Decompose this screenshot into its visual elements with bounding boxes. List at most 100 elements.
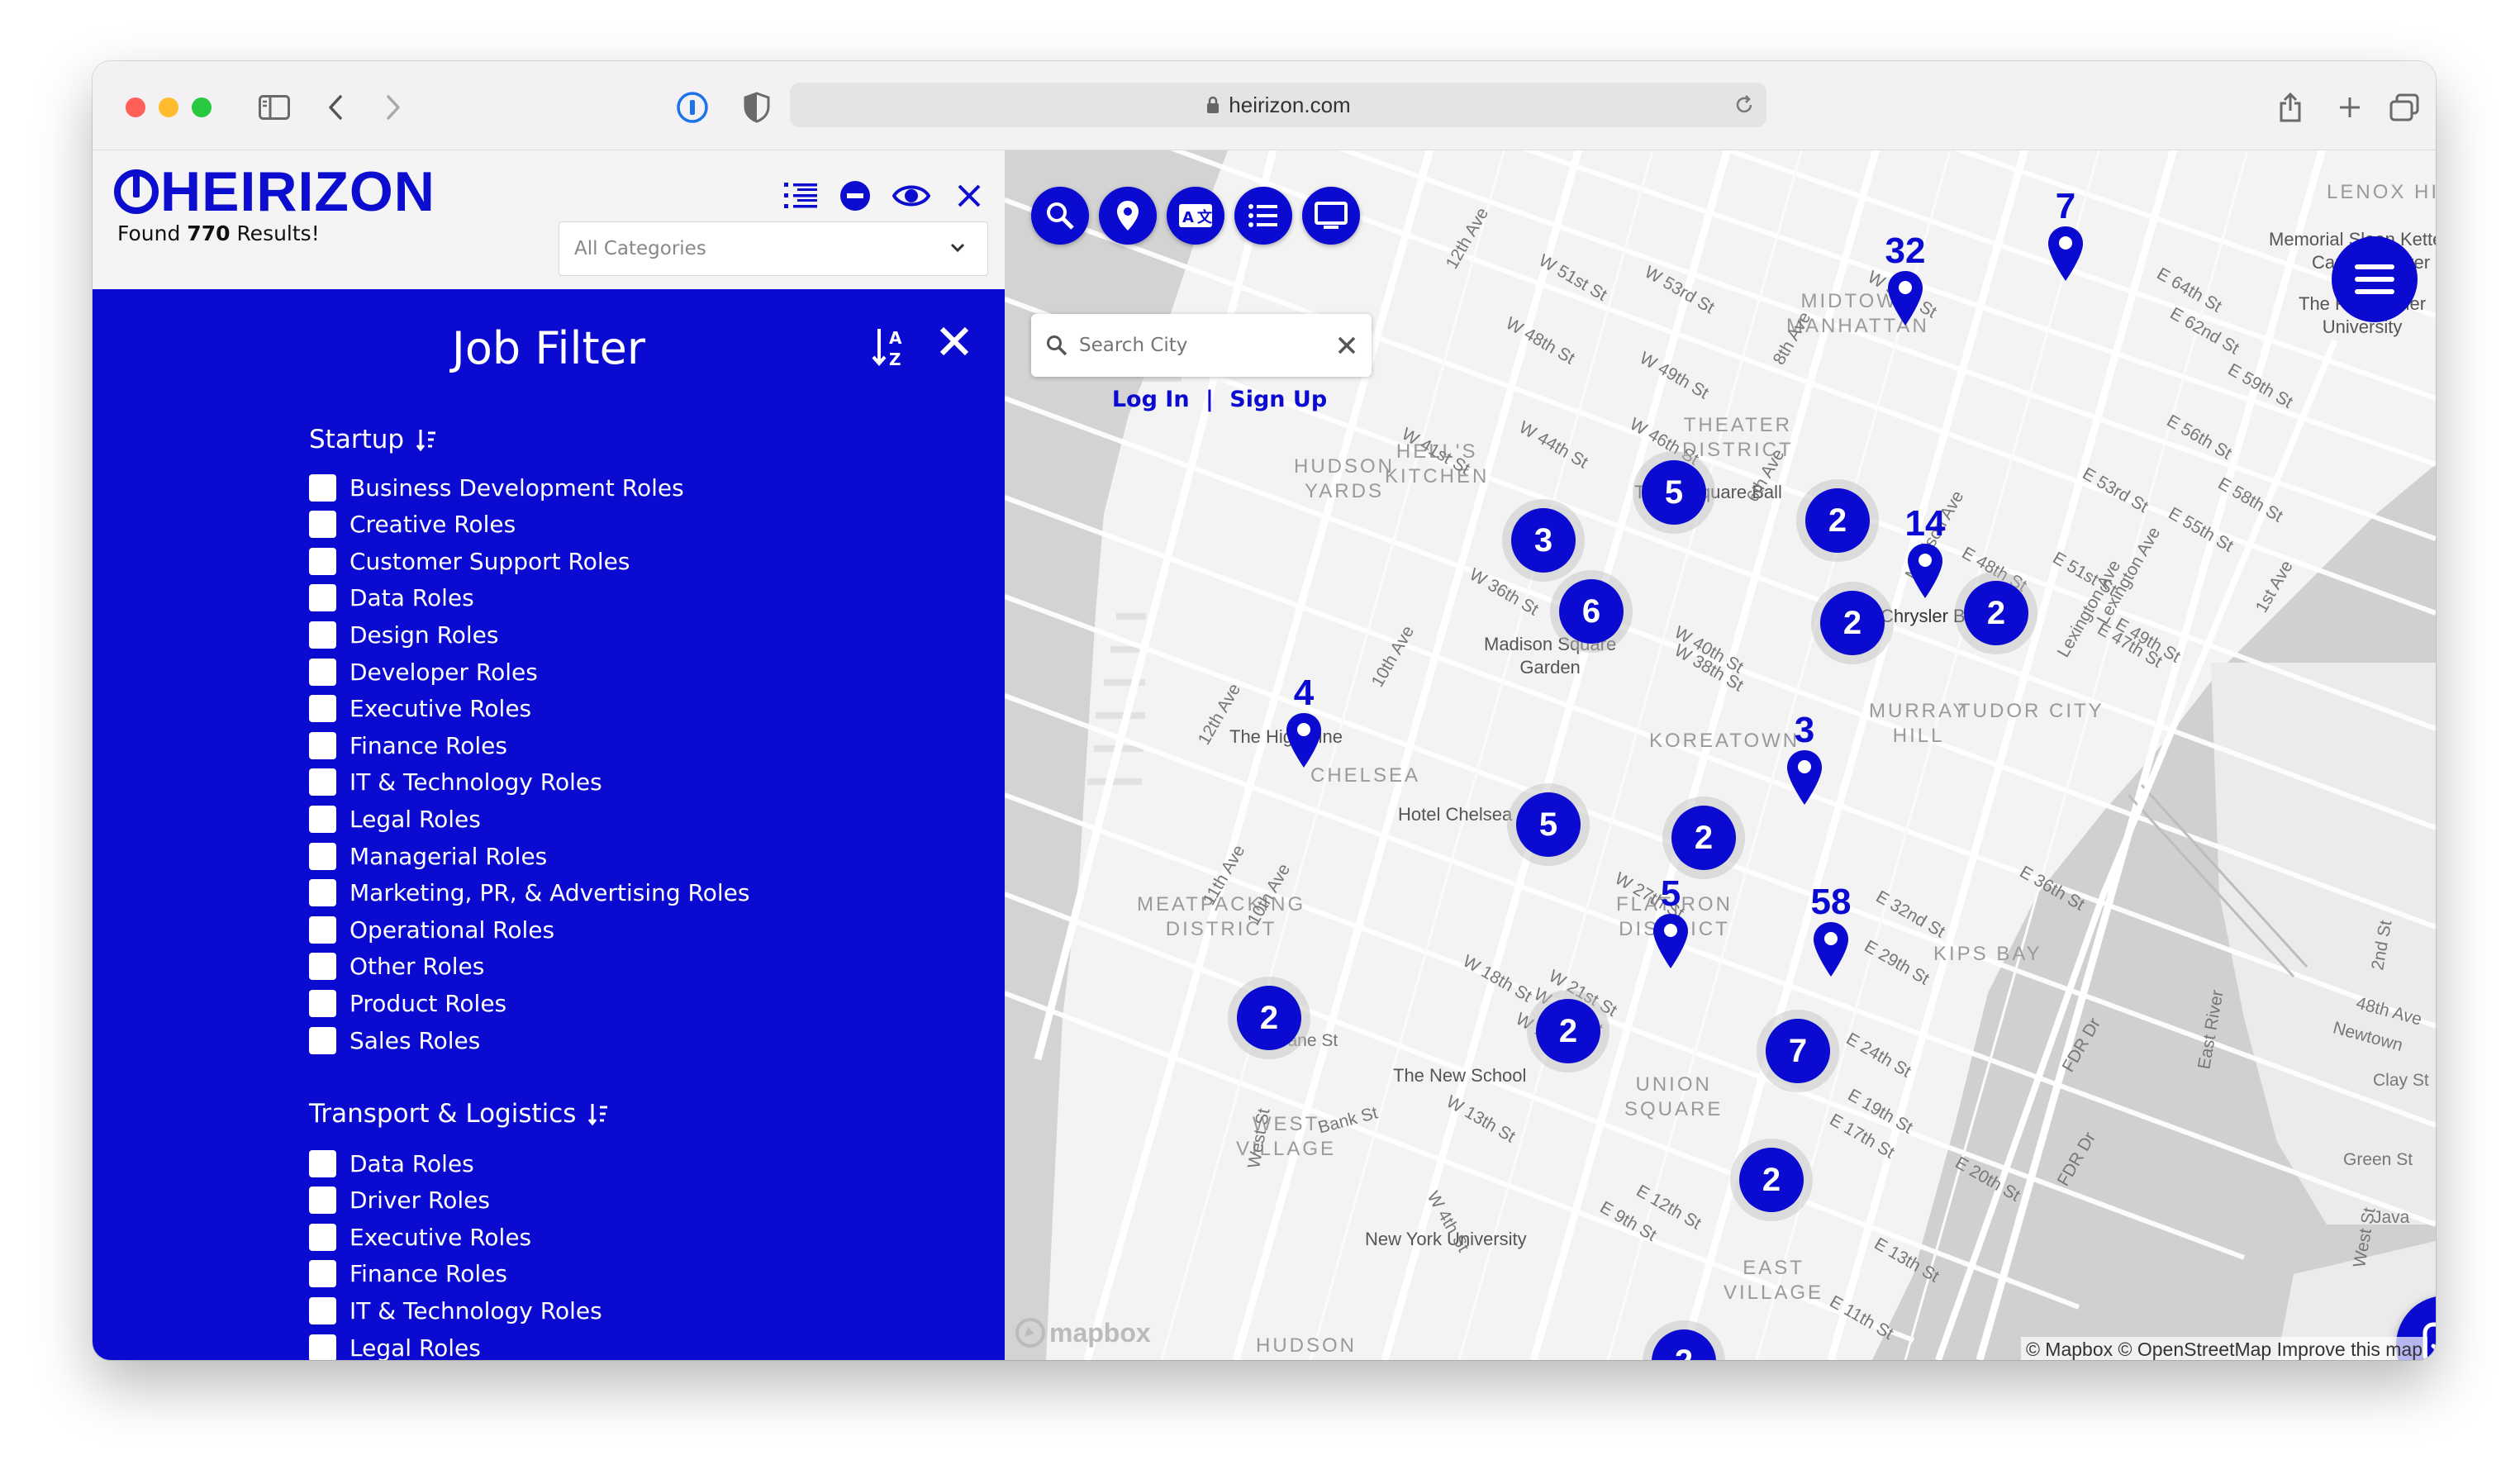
map-cluster[interactable]: 2 [1527, 990, 1609, 1072]
filter-checkbox[interactable] [309, 473, 336, 502]
filter-option[interactable]: Customer Support Roles [309, 546, 630, 576]
map-cluster[interactable]: 2 [1955, 572, 2037, 654]
filter-checkbox[interactable] [309, 1187, 336, 1215]
filter-option[interactable]: IT & Technology Roles [309, 1296, 602, 1325]
filter-group-startup[interactable]: Startup [309, 425, 437, 454]
shield-icon[interactable] [735, 86, 778, 129]
list-view-icon[interactable] [780, 175, 821, 216]
map-pin[interactable]: 32 [1880, 233, 1930, 331]
filter-option[interactable]: Other Roles [309, 952, 484, 982]
filter-option[interactable]: Design Roles [309, 620, 499, 649]
filter-option[interactable]: Data Roles [309, 1148, 474, 1178]
map-cluster[interactable]: 2 [1228, 977, 1310, 1059]
sort-az-icon[interactable]: AZ [871, 326, 911, 372]
map-cluster[interactable]: 2 [1811, 582, 1894, 664]
map-cluster[interactable]: 2 [1662, 797, 1745, 879]
filter-checkbox[interactable] [309, 621, 336, 649]
filter-option[interactable]: Executive Roles [309, 694, 531, 724]
translate-button[interactable]: A文 [1167, 187, 1224, 245]
filter-checkbox[interactable] [309, 805, 336, 833]
tab-overview-icon[interactable] [2383, 86, 2426, 129]
map-cluster[interactable]: 2 [1730, 1139, 1813, 1221]
filter-checkbox[interactable] [309, 1149, 336, 1177]
map-pin[interactable]: 3 [1780, 712, 1829, 810]
search-city-input[interactable] [1079, 335, 1310, 356]
filter-option[interactable]: Finance Roles [309, 730, 507, 760]
filter-checkbox[interactable] [309, 584, 336, 612]
back-icon[interactable] [314, 86, 357, 129]
mapbox-logo[interactable]: mapbox [1015, 1317, 1151, 1348]
sort-icon[interactable] [416, 428, 437, 451]
filter-option[interactable]: Legal Roles [309, 804, 481, 834]
map-attribution[interactable]: © Mapbox © OpenStreetMap Improve this ma… [2020, 1337, 2427, 1360]
category-select[interactable]: All Categories [559, 221, 988, 276]
minimize-window-button[interactable] [159, 97, 178, 117]
zoom-window-button[interactable] [192, 97, 212, 117]
sidebar-toggle-icon[interactable] [253, 86, 296, 129]
location-button[interactable] [1099, 187, 1157, 245]
map-pin[interactable]: 7 [2041, 188, 2090, 286]
filter-checkbox[interactable] [309, 511, 336, 539]
close-filter-icon[interactable] [939, 326, 970, 360]
minimize-panel-icon[interactable] [834, 175, 876, 216]
filter-option[interactable]: Data Roles [309, 583, 474, 613]
map-cluster[interactable]: 5 [1633, 451, 1715, 534]
map-pin[interactable]: 14 [1900, 506, 1950, 603]
filter-option[interactable]: Marketing, PR, & Advertising Roles [309, 878, 749, 908]
sort-icon[interactable] [587, 1102, 609, 1125]
filter-checkbox[interactable] [309, 953, 336, 981]
filter-checkbox[interactable] [309, 989, 336, 1017]
filter-option[interactable]: Sales Roles [309, 1025, 480, 1055]
map-pin[interactable]: 4 [1279, 675, 1329, 773]
reload-icon[interactable] [1733, 94, 1755, 116]
map-cluster[interactable]: 3 [1502, 499, 1585, 582]
filter-checkbox[interactable] [309, 842, 336, 870]
filter-checkbox[interactable] [309, 915, 336, 944]
filter-option[interactable]: Developer Roles [309, 657, 538, 687]
filter-checkbox[interactable] [309, 731, 336, 759]
filter-checkbox[interactable] [309, 1260, 336, 1288]
map-cluster[interactable]: 7 [1757, 1010, 1839, 1092]
signup-link[interactable]: Sign Up [1229, 387, 1327, 412]
filter-option[interactable]: Managerial Roles [309, 841, 547, 871]
map-view[interactable]: HUDSON YARDS HELL'S KITCHEN THEATER DISTRIC… [1005, 150, 2436, 1360]
filter-checkbox[interactable] [309, 1026, 336, 1054]
filter-checkbox[interactable] [309, 768, 336, 797]
close-window-button[interactable] [126, 97, 145, 117]
login-link[interactable]: Log In [1112, 387, 1190, 412]
menu-button[interactable] [2332, 236, 2418, 322]
filter-option[interactable]: Product Roles [309, 988, 506, 1018]
map-pin[interactable]: 5 [1646, 876, 1695, 973]
address-bar[interactable]: heirizon.com [790, 83, 1766, 127]
filter-checkbox[interactable] [309, 658, 336, 686]
close-panel-icon[interactable] [949, 175, 990, 216]
filter-option[interactable]: Driver Roles [309, 1186, 490, 1215]
search-city-box[interactable] [1031, 314, 1372, 377]
filter-checkbox[interactable] [309, 879, 336, 907]
filter-option[interactable]: Business Development Roles [309, 473, 684, 502]
share-icon[interactable] [2269, 86, 2312, 129]
list-button[interactable] [1234, 187, 1292, 245]
map-pin[interactable]: 58 [1806, 884, 1856, 982]
filter-option[interactable]: IT & Technology Roles [309, 768, 602, 797]
map-cluster[interactable]: 5 [1507, 783, 1590, 866]
filter-option[interactable]: Executive Roles [309, 1222, 531, 1252]
map-cluster[interactable]: 2 [1796, 479, 1879, 562]
filter-option[interactable]: Legal Roles [309, 1333, 481, 1360]
eye-icon[interactable] [891, 175, 932, 216]
search-button[interactable] [1031, 187, 1089, 245]
filter-checkbox[interactable] [309, 695, 336, 723]
filter-checkbox[interactable] [309, 1334, 336, 1360]
filter-option[interactable]: Finance Roles [309, 1259, 507, 1289]
forward-icon[interactable] [372, 86, 415, 129]
map-cluster[interactable]: 6 [1550, 570, 1633, 653]
filter-checkbox[interactable] [309, 1223, 336, 1251]
password-manager-icon[interactable] [671, 86, 714, 129]
clear-search-icon[interactable] [1337, 335, 1357, 355]
filter-checkbox[interactable] [309, 547, 336, 575]
filter-group-transport[interactable]: Transport & Logistics [309, 1099, 609, 1129]
filter-checkbox[interactable] [309, 1296, 336, 1324]
display-button[interactable] [1302, 187, 1360, 245]
filter-option[interactable]: Operational Roles [309, 915, 554, 944]
brand-logo[interactable]: HEIRIZON [112, 164, 435, 220]
